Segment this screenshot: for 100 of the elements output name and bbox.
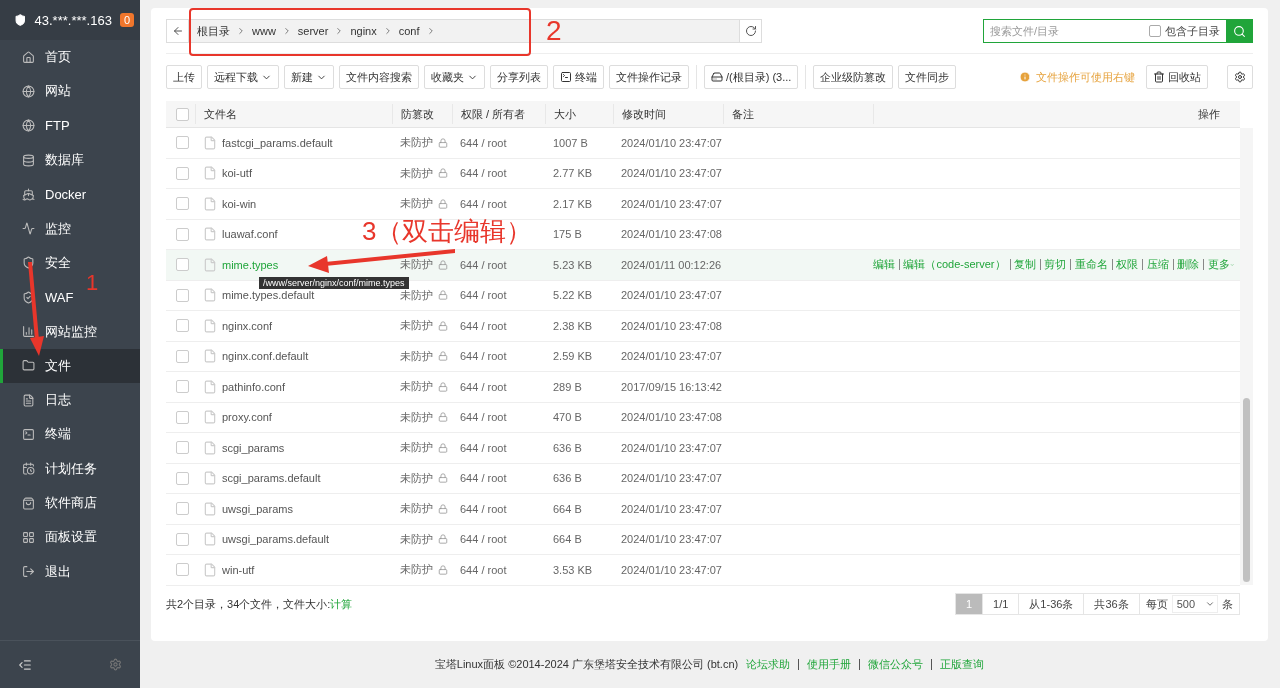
row-checkbox[interactable] (176, 563, 189, 577)
notification-count: 0 (119, 13, 134, 27)
per-page-label: 每页 (1145, 596, 1168, 612)
row-checkbox[interactable] (176, 227, 189, 241)
protect-status: 未防护 (400, 257, 433, 273)
toolbar-button[interactable]: 终端 (553, 65, 604, 89)
sidebar-item[interactable]: 退出 (0, 554, 75, 589)
table-cell-text: 644 / root (459, 136, 508, 149)
toolbar-button[interactable]: 上传 (166, 65, 202, 89)
sidebar-item[interactable]: 终端 (0, 417, 75, 452)
checkbox[interactable] (1149, 25, 1161, 37)
lock-icon (438, 442, 448, 453)
file-name[interactable]: scgi_params (222, 441, 285, 454)
sidebar-item[interactable]: 安全 (0, 245, 75, 281)
file-name[interactable]: uwsgi_params.default (222, 533, 329, 546)
lock-icon (438, 168, 448, 179)
path-crumb[interactable]: server (297, 25, 329, 37)
scrollbar-thumb[interactable] (1243, 398, 1250, 582)
sidebar-item[interactable]: FTP (0, 108, 74, 143)
back-button[interactable] (166, 19, 189, 43)
sidebar-item[interactable]: Docker (0, 177, 91, 212)
file-name[interactable]: win-utf (222, 563, 255, 576)
toolbar-button[interactable]: 收藏夹 (424, 65, 485, 89)
sidebar-item[interactable]: 数据库 (0, 142, 88, 178)
file-name[interactable]: mime.types.default (222, 289, 315, 302)
lock-icon (438, 320, 448, 331)
toolbar-button[interactable]: 新建 (284, 65, 334, 89)
toolbar-button[interactable]: 文件操作记录 (609, 65, 689, 89)
file-name[interactable]: fastcgi_params.default (222, 136, 333, 149)
toolbar-button[interactable]: 企业级防篡改 (813, 65, 894, 89)
row-checkbox[interactable] (176, 288, 189, 302)
file-name[interactable]: pathinfo.conf (222, 380, 285, 393)
row-checkbox[interactable] (176, 197, 189, 211)
row-checkbox[interactable] (176, 441, 189, 455)
sidebar-item[interactable]: 文件 (0, 348, 140, 383)
sidebar-item[interactable]: 网站监控 (0, 314, 101, 349)
table-cell-text: 644 / root (459, 258, 508, 271)
settings-icon[interactable] (109, 658, 122, 671)
file-name[interactable]: koi-utf (222, 167, 252, 180)
row-checkbox[interactable] (176, 502, 189, 516)
toolbar-button[interactable]: 分享列表 (490, 65, 548, 89)
table-cell-text: 2.59 KB (552, 350, 594, 363)
sidebar-item[interactable]: 计划任务 (0, 451, 101, 486)
per-page-select[interactable]: 500 (1171, 595, 1218, 613)
toolbar-button[interactable]: 远程下载 (207, 65, 279, 89)
file-name[interactable]: uwsgi_params (222, 502, 293, 515)
lock-icon (438, 137, 448, 148)
sidebar-item[interactable]: WAF (0, 280, 78, 315)
row-checkbox[interactable] (176, 349, 189, 363)
path-crumb[interactable]: nginx (350, 25, 377, 37)
refresh-icon (744, 25, 757, 37)
row-checkbox[interactable] (176, 532, 189, 546)
menu-icon (22, 427, 35, 441)
sidebar-item[interactable]: 软件商店 (0, 485, 101, 521)
toolbar-button[interactable]: /(根目录) (3... (704, 65, 799, 89)
table-cell-text: 2024/01/10 23:47:07 (620, 441, 723, 454)
path-crumb[interactable]: www (252, 25, 276, 37)
row-checkbox[interactable] (176, 380, 189, 394)
lock-icon (438, 351, 448, 362)
protect-status: 未防护 (400, 135, 433, 151)
file-name[interactable]: nginx.conf (222, 319, 273, 332)
row-checkbox[interactable] (176, 258, 189, 272)
column-header: 防篡改 (392, 104, 452, 124)
menu-icon (22, 565, 35, 579)
path-crumb[interactable]: 根目录 (197, 23, 230, 39)
settings-button[interactable] (1227, 65, 1253, 89)
protect-status: 未防护 (400, 409, 433, 425)
sidebar-item[interactable]: 网站 (0, 74, 75, 109)
sidebar-item[interactable]: 日志 (0, 382, 75, 418)
sidebar-item[interactable]: 面板设置 (0, 520, 101, 555)
search-field[interactable]: 搜索文件/目录 (983, 19, 1149, 43)
sidebar-item[interactable]: 监控 (0, 211, 75, 246)
select-all-checkbox[interactable] (176, 107, 189, 121)
file-name[interactable]: koi-win (222, 197, 257, 210)
search-button[interactable] (1226, 19, 1253, 43)
file-name[interactable]: nginx.conf.default (222, 350, 309, 363)
row-checkbox[interactable] (176, 166, 189, 180)
toolbar-button[interactable]: 文件同步 (898, 65, 957, 89)
table-cell-text: 1007 B (552, 136, 589, 149)
refresh-button[interactable] (739, 19, 762, 43)
file-icon (203, 562, 217, 577)
table-cell-text: 2024/01/10 23:47:08 (620, 228, 723, 241)
annotation-text: 2 (546, 17, 562, 45)
file-name[interactable]: proxy.conf (222, 411, 272, 424)
toolbar-button[interactable]: 文件内容搜索 (339, 65, 419, 89)
file-name[interactable]: luawaf.conf (222, 228, 278, 241)
path-crumb[interactable]: conf (398, 25, 420, 37)
lock-icon (438, 198, 448, 209)
table-cell-text: 2.17 KB (552, 197, 594, 210)
row-checkbox[interactable] (176, 319, 189, 333)
row-checkbox[interactable] (176, 410, 189, 424)
row-checkbox[interactable] (176, 136, 189, 150)
sidebar-item[interactable]: 首页 (0, 40, 75, 75)
scrollbar[interactable] (1240, 128, 1253, 585)
collapse-icon[interactable] (18, 657, 32, 672)
row-checkbox[interactable] (176, 471, 189, 485)
table-cell-text: 636 B (552, 441, 583, 454)
recycle-bin-button[interactable]: 回收站 (1146, 65, 1208, 89)
file-icon (203, 532, 217, 547)
file-name[interactable]: scgi_params.default (222, 472, 321, 485)
